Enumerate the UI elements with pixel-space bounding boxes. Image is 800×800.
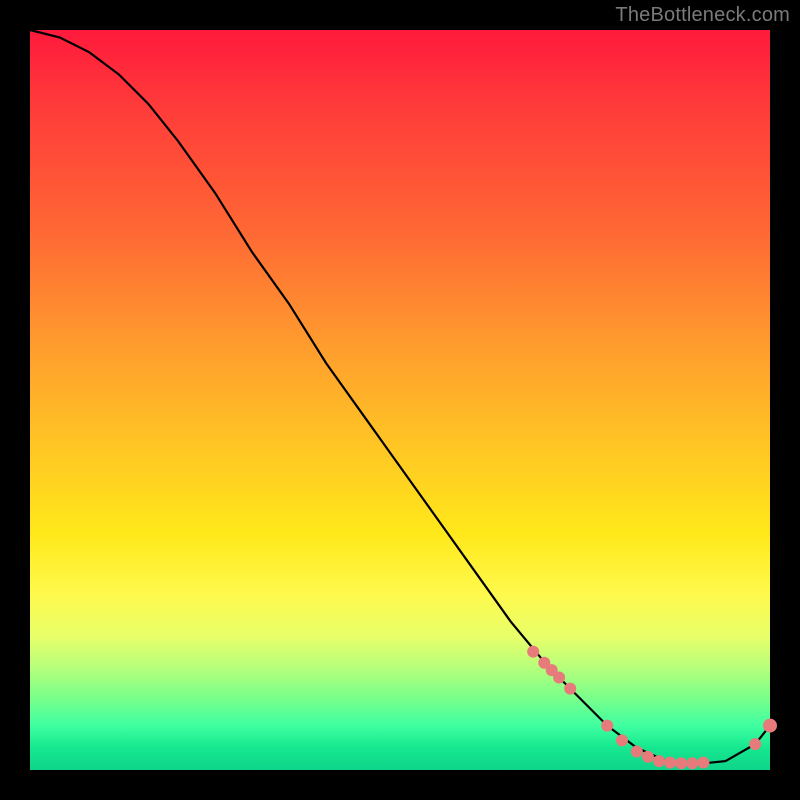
- highlight-dot: [664, 757, 676, 769]
- highlight-dot: [675, 757, 687, 769]
- highlight-dot: [564, 683, 576, 695]
- highlight-dot: [642, 751, 654, 763]
- highlight-dots-group: [527, 646, 777, 770]
- highlight-dot: [697, 757, 709, 769]
- highlight-dot: [527, 646, 539, 658]
- bottleneck-curve-line: [30, 30, 770, 764]
- chart-frame: TheBottleneck.com: [0, 0, 800, 800]
- highlight-dot: [616, 734, 628, 746]
- highlight-dot: [553, 672, 565, 684]
- watermark-text: TheBottleneck.com: [615, 4, 790, 27]
- highlight-dot: [631, 746, 643, 758]
- highlight-dot: [601, 720, 613, 732]
- highlight-dot: [763, 719, 777, 733]
- highlight-dot: [686, 757, 698, 769]
- chart-overlay-svg: [30, 30, 770, 770]
- highlight-dot: [653, 755, 665, 767]
- highlight-dot: [749, 738, 761, 750]
